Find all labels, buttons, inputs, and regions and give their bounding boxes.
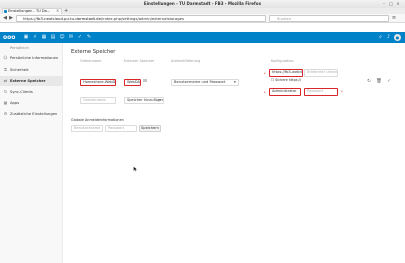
notes-icon[interactable]: ✎ (86, 34, 92, 40)
minimize-icon[interactable]: – (381, 1, 387, 7)
window-title: Einstellungen - TU Darmstadt - FB3 - Moz… (143, 1, 262, 6)
lock-icon: ⚿ (3, 67, 8, 72)
sidebar-item-apps[interactable]: ▦ Apps (0, 98, 63, 108)
sidebar-item-label: Zusätzliche Einstellungen (10, 112, 58, 116)
storage-type-value[interactable]: WebDAV (124, 79, 141, 86)
sidebar-item-security[interactable]: ⚿ Sicherheit (0, 65, 63, 75)
activity-icon[interactable]: ⚡ (32, 34, 38, 40)
delete-icon[interactable]: 🗑 (376, 79, 382, 85)
external-storage-icon: ⇄ (3, 78, 8, 83)
global-username-input[interactable]: Benutzername (71, 125, 103, 132)
notifications-icon[interactable]: ♪ (385, 34, 392, 41)
search-icon[interactable]: ⌕ (377, 34, 384, 41)
search-input[interactable]: Suchen (269, 15, 389, 22)
folder-name-input[interactable]: Homeshare-WebDAV (80, 79, 116, 86)
refresh-status-icon[interactable]: ↻ (366, 79, 372, 85)
menu-icon[interactable]: ≡ (391, 15, 397, 21)
column-header-storage: Externer Speicher (124, 59, 155, 63)
sidebar-item-label: Externe Speicher (10, 79, 46, 83)
required-marker: * (264, 91, 266, 95)
page-title: Externe Speicher (71, 49, 116, 55)
authentication-select[interactable]: Benutzername und Passwort ▼ (171, 79, 239, 86)
sidebar-item-sync-clients[interactable]: ↻ Sync-Clients (0, 87, 63, 97)
mouse-cursor-icon (133, 166, 138, 172)
apps-icon: ▦ (3, 100, 8, 105)
secure-https-checkbox[interactable]: ☐ Sichere https:// (271, 78, 301, 83)
url-host: fb3-nextcloud.pu.tu-darmstadt.de (36, 16, 101, 21)
global-password-input[interactable]: Passwort (105, 125, 137, 132)
url-path: /index.php/settings/admin/externalstorag… (100, 16, 184, 21)
add-storage-select[interactable]: Speicher hinzufügen ▼ (124, 97, 164, 104)
authentication-select-value: Benutzername und Passwort (174, 80, 226, 84)
maximize-icon[interactable]: □ (388, 1, 394, 7)
settings-icon: ⚙ (3, 111, 8, 116)
sync-icon: ↻ (3, 89, 8, 94)
column-header-authentication: Authentifizierung (171, 59, 201, 63)
nextcloud-favicon-icon (4, 10, 7, 13)
chevron-down-icon: ▼ (233, 80, 236, 84)
column-header-folder: Ordnername (80, 59, 102, 63)
storage-options-icon[interactable]: ⊟ (142, 79, 148, 85)
remote-subfolder-input[interactable]: Entfernter Unterordner (304, 69, 338, 77)
avatar[interactable]: ● (394, 34, 401, 41)
sidebar-section-personal: Persönlich (0, 43, 63, 53)
url-prefix: https:// (23, 16, 37, 21)
mail-icon[interactable]: ✉ (68, 34, 74, 40)
tasks-icon[interactable]: ✓ (77, 34, 83, 40)
gallery-icon[interactable]: ▦ (41, 34, 47, 40)
sidebar-item-personal-info[interactable]: ☺ Persönliche Informationen (0, 53, 63, 63)
user-icon: ☺ (3, 55, 8, 60)
address-bar[interactable]: https://fb3-nextcloud.pu.tu-darmstadt.de… (16, 15, 266, 22)
sidebar-item-additional-settings[interactable]: ⚙ Zusätzliche Einstellungen (0, 109, 63, 119)
sidebar-item-external-storage[interactable]: ⇄ Externe Speicher (0, 76, 63, 86)
webdav-url-input[interactable]: https://fb3-webdav.tu (269, 69, 303, 77)
password-input[interactable]: Passwort (304, 88, 338, 96)
forward-icon[interactable]: ▶ (8, 15, 14, 21)
sidebar-item-label: Persönliche Informationen (10, 56, 59, 60)
sidebar-item-label: Sicherheit (10, 68, 29, 72)
secure-https-label: Sichere https:// (275, 78, 301, 82)
save-check-icon[interactable]: ✓ (386, 79, 392, 85)
save-button[interactable]: Speichern (139, 125, 161, 132)
files-icon[interactable]: ▣ (23, 34, 29, 40)
calendar-icon[interactable]: ▤ (50, 34, 56, 40)
sidebar-item-label: Persönlich (10, 46, 29, 50)
required-marker: * (264, 72, 266, 76)
global-credentials-label: Globale Anmeldeinformationen (71, 118, 124, 122)
contacts-icon[interactable]: ☺ (59, 34, 65, 40)
username-input[interactable]: Administrator (269, 88, 301, 96)
chevron-down-icon: ▼ (158, 98, 161, 102)
required-marker: * (341, 90, 343, 94)
nextcloud-logo[interactable]: ooo (3, 33, 17, 42)
close-window-icon[interactable]: × (395, 1, 401, 7)
new-folder-name-input[interactable]: Ordnername (80, 97, 116, 104)
sidebar-item-label: Apps (10, 101, 20, 105)
column-header-configuration: Konfiguration (271, 59, 294, 63)
sidebar-item-label: Sync-Clients (10, 90, 33, 94)
